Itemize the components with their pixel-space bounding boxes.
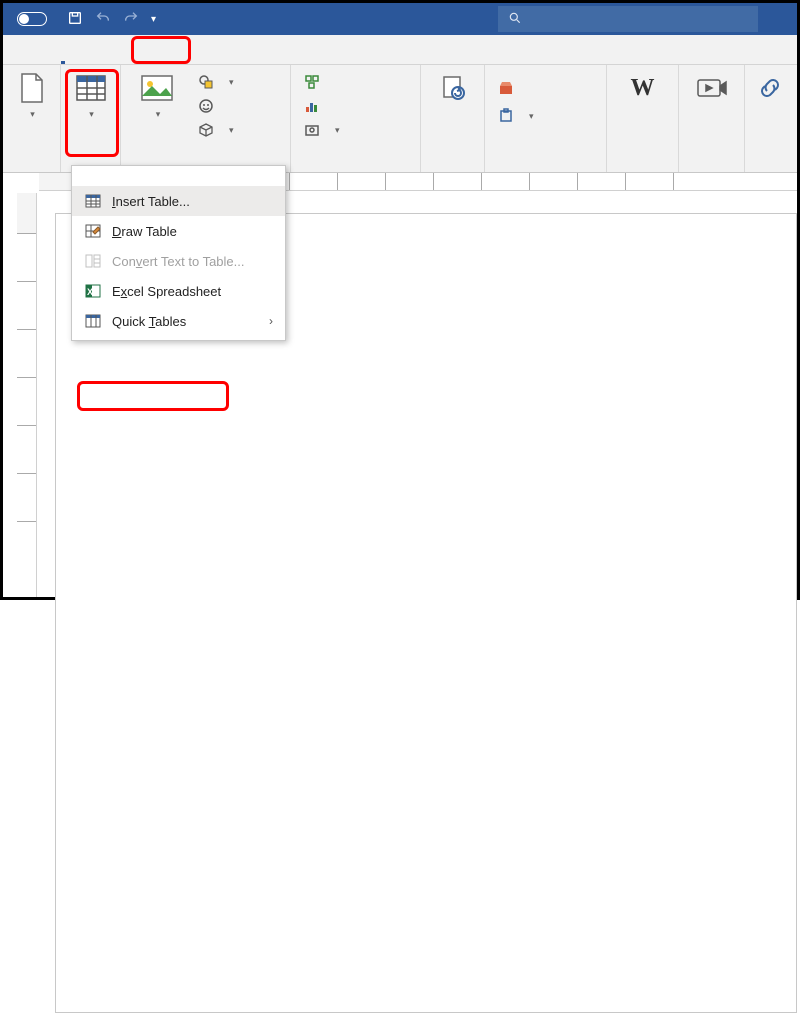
wikipedia-button[interactable]: W [615, 71, 670, 107]
group-illustrations: ▾ ▾ ▾ [121, 65, 291, 172]
video-icon [695, 71, 729, 105]
smartart-icon [303, 73, 321, 91]
tab-mailings[interactable] [171, 52, 195, 64]
ribbon-tabs [3, 35, 797, 65]
icons-button[interactable] [193, 95, 238, 117]
wikipedia-icon: W [626, 71, 660, 105]
chevron-right-icon: › [269, 314, 273, 328]
shapes-button[interactable]: ▾ [193, 71, 238, 93]
chart-icon [303, 97, 321, 115]
menu-excel-label: Excel Spreadsheet [112, 284, 221, 299]
tab-insert[interactable] [51, 52, 75, 64]
smartart-button[interactable] [299, 71, 344, 93]
table-icon [74, 71, 108, 105]
dropdown-title [72, 172, 285, 180]
chevron-down-icon: ▾ [30, 109, 35, 120]
qat-more-icon[interactable]: ▾ [151, 14, 156, 25]
tab-home[interactable] [27, 52, 51, 64]
toggle-icon [17, 12, 47, 26]
menu-convert-text: Convert Text to Table... [72, 246, 285, 276]
save-icon[interactable] [67, 10, 83, 29]
title-bar: ▾ [3, 3, 797, 35]
group-media [679, 65, 745, 172]
tab-help[interactable] [243, 52, 267, 64]
group-pages: ▾ [3, 65, 61, 172]
menu-insert-table[interactable]: Insert Table... [72, 186, 285, 216]
menu-insert-table-label: Insert Table... [112, 194, 190, 209]
table-button[interactable]: ▾ [69, 71, 112, 120]
tab-file[interactable] [3, 52, 27, 64]
group-wikipedia: W [607, 65, 679, 172]
quicktables-icon [84, 312, 102, 330]
screenshot-icon [303, 121, 321, 139]
table-dropdown: Insert Table... Draw Table Convert Text … [71, 165, 286, 341]
menu-convert-label: Convert Text to Table... [112, 254, 245, 269]
tab-design[interactable] [99, 52, 123, 64]
myaddins-button[interactable]: ▾ [493, 105, 538, 127]
tab-view[interactable] [219, 52, 243, 64]
undo-icon[interactable] [95, 10, 111, 29]
group-reuse [421, 65, 485, 172]
link-icon [753, 71, 787, 105]
tab-review[interactable] [195, 52, 219, 64]
links-button[interactable] [753, 71, 787, 107]
chevron-down-icon: ▾ [89, 109, 94, 120]
group-illustrations-2: ▾ [291, 65, 421, 172]
group-reuse-label [421, 166, 484, 172]
search-box[interactable] [498, 6, 758, 32]
excel-icon: X [84, 282, 102, 300]
getaddins-button[interactable] [493, 77, 538, 99]
shapes-icon [197, 73, 215, 91]
tab-layout[interactable] [123, 52, 147, 64]
tab-draw[interactable] [75, 52, 99, 64]
3dmodels-button[interactable]: ▾ [193, 119, 238, 141]
autosave-toggle[interactable] [3, 12, 61, 26]
menu-draw-table[interactable]: Draw Table [72, 216, 285, 246]
icons-icon [197, 97, 215, 115]
ribbon: ▾ ▾ ▾ [3, 65, 797, 173]
tab-references[interactable] [147, 52, 171, 64]
reuse-icon [436, 71, 470, 105]
table-icon [84, 192, 102, 210]
pages-button[interactable]: ▾ [11, 71, 52, 120]
vertical-ruler[interactable] [17, 193, 37, 597]
menu-quick-tables[interactable]: Quick Tables › [72, 306, 285, 336]
svg-text:X: X [87, 287, 93, 297]
quick-access-toolbar: ▾ [61, 10, 156, 29]
page-icon [15, 71, 49, 105]
store-icon [497, 79, 515, 97]
group-links [745, 65, 785, 172]
group-tables: ▾ [61, 65, 121, 172]
menu-draw-table-label: Draw Table [112, 224, 177, 239]
menu-excel-spreadsheet[interactable]: X Excel Spreadsheet [72, 276, 285, 306]
plugin-icon [497, 107, 515, 125]
onlinevideos-button[interactable] [687, 71, 736, 107]
group-media-label [679, 166, 744, 172]
reusefiles-button[interactable] [429, 71, 476, 107]
pictures-icon [140, 71, 174, 105]
redo-icon[interactable] [123, 10, 139, 29]
convert-icon [84, 252, 102, 270]
screenshot-button[interactable]: ▾ [299, 119, 344, 141]
chevron-down-icon: ▾ [156, 109, 161, 120]
group-addins-label [485, 166, 606, 172]
pencil-table-icon [84, 222, 102, 240]
search-icon [508, 11, 522, 28]
pictures-button[interactable]: ▾ [129, 71, 185, 120]
chart-button[interactable] [299, 95, 344, 117]
group-addins: ▾ [485, 65, 607, 172]
menu-quick-label: Quick Tables [112, 314, 186, 329]
cube-icon [197, 121, 215, 139]
